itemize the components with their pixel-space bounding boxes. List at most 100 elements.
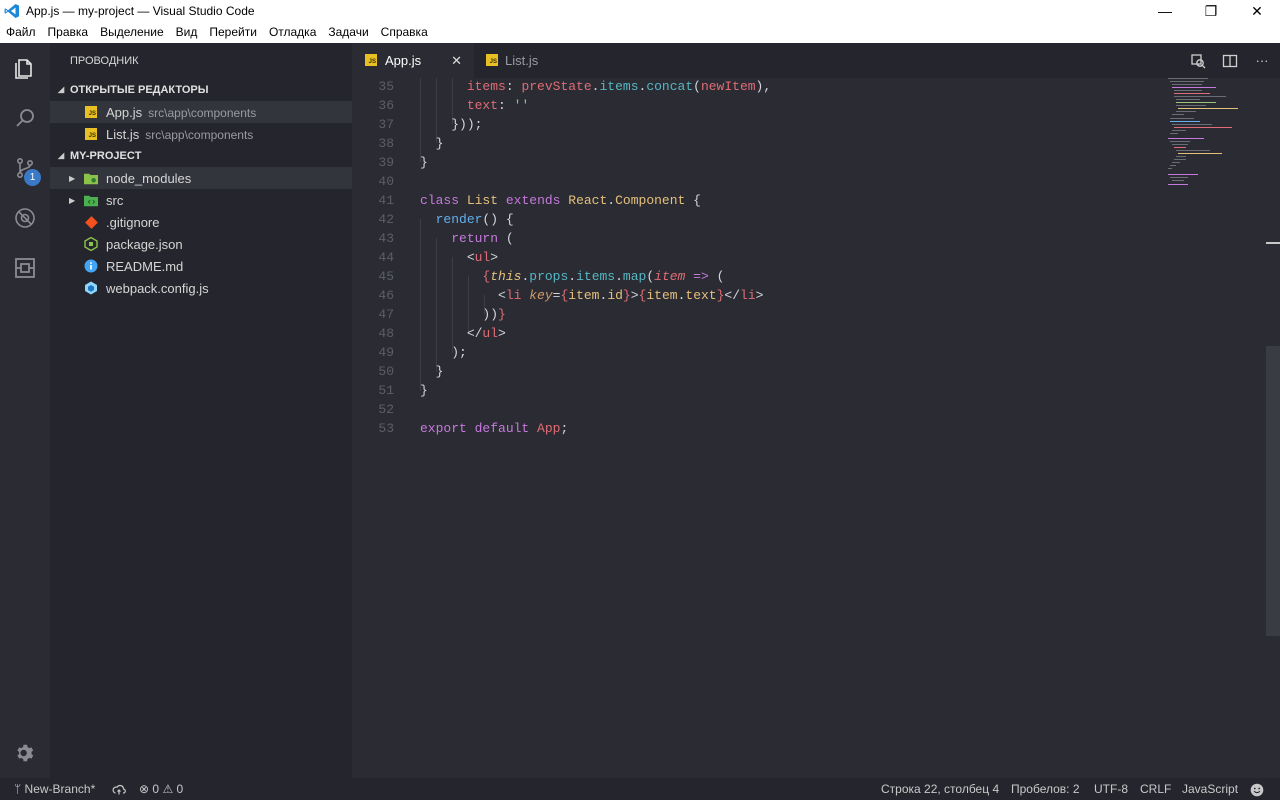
- tree-item-src[interactable]: ▶ src: [50, 189, 352, 211]
- indentation-setting[interactable]: Пробелов: 2: [1011, 778, 1080, 800]
- close-tab-icon[interactable]: ✕: [451, 53, 462, 69]
- chevron-down-icon: ◢: [58, 151, 65, 160]
- scrollbar-thumb[interactable]: [1266, 346, 1280, 636]
- restore-button[interactable]: ❐: [1188, 0, 1234, 22]
- js-file-icon: JS: [84, 127, 98, 141]
- js-file-icon: JS: [365, 54, 377, 66]
- tree-item-label: src: [106, 192, 124, 208]
- project-title: MY-PROJECT: [70, 150, 142, 162]
- tab-app-js[interactable]: JS App.js ✕: [352, 43, 474, 78]
- code-text: );: [451, 345, 467, 360]
- tree-item-webpack-config[interactable]: webpack.config.js: [50, 277, 352, 299]
- menu-go[interactable]: Перейти: [203, 22, 263, 43]
- minimize-button[interactable]: —: [1142, 0, 1188, 22]
- menu-view[interactable]: Вид: [170, 22, 204, 43]
- js-file-icon: JS: [486, 54, 498, 66]
- close-window-button[interactable]: ✕: [1234, 0, 1280, 22]
- menu-selection[interactable]: Выделение: [94, 22, 170, 43]
- code-text: }: [420, 155, 428, 170]
- js-file-icon: JS: [84, 105, 98, 119]
- warning-icon: ⚠: [162, 782, 174, 796]
- debug-icon[interactable]: [0, 193, 50, 243]
- code-text: }: [435, 364, 444, 379]
- line-number: 38: [378, 136, 394, 151]
- line-number: 45: [378, 269, 394, 284]
- code-editor[interactable]: 35 items: prevState.items.concat(newItem…: [352, 78, 1280, 778]
- window-title: App.js — my-project — Visual Studio Code: [26, 4, 255, 18]
- open-editor-item[interactable]: JS List.js src\app\components: [50, 123, 352, 145]
- line-number: 44: [378, 250, 394, 265]
- eol-setting[interactable]: CRLF: [1140, 778, 1171, 800]
- search-icon[interactable]: [0, 93, 50, 143]
- tree-item-gitignore[interactable]: .gitignore: [50, 211, 352, 233]
- explorer-header: ПРОВОДНИК: [70, 55, 139, 67]
- source-control-icon[interactable]: 1: [0, 143, 50, 193]
- cursor-position[interactable]: Строка 22, столбец 4: [881, 778, 999, 800]
- code-line: 47 ))}: [352, 305, 1252, 324]
- warning-count: 0: [176, 782, 184, 796]
- minimap[interactable]: [1168, 78, 1264, 198]
- code-line: 36 text: '': [352, 96, 1252, 115]
- code-line: 48 </ul>: [352, 324, 1252, 343]
- menu-file[interactable]: Файл: [0, 22, 42, 43]
- line-number: 43: [378, 231, 394, 246]
- open-editors-title: ОТКРЫТЫЕ РЕДАКТОРЫ: [70, 84, 209, 96]
- tree-item-package-json[interactable]: package.json: [50, 233, 352, 255]
- problems-indicator[interactable]: ⊗ 0 ⚠ 0: [139, 778, 183, 800]
- line-number: 46: [378, 288, 394, 303]
- line-number: 36: [378, 98, 394, 113]
- line-number: 53: [378, 421, 394, 436]
- webpack-icon: [84, 281, 98, 295]
- tree-item-readme[interactable]: README.md: [50, 255, 352, 277]
- split-editor-icon[interactable]: [1214, 43, 1246, 78]
- chevron-down-icon: ◢: [58, 85, 65, 94]
- open-editor-item[interactable]: JS App.js src\app\components: [50, 101, 352, 123]
- node-folder-icon: [84, 171, 98, 185]
- code-line: 38 }: [352, 134, 1252, 153]
- tree-item-label: .gitignore: [106, 214, 160, 230]
- menu-tasks[interactable]: Задачи: [322, 22, 374, 43]
- title-bar: App.js — my-project — Visual Studio Code…: [0, 0, 1280, 22]
- code-text: </ul>: [466, 326, 506, 341]
- extensions-icon[interactable]: [0, 243, 50, 293]
- tree-item-label: README.md: [106, 258, 184, 274]
- encoding-setting[interactable]: UTF-8: [1094, 778, 1128, 800]
- code-line: 49 );: [352, 343, 1252, 362]
- code-line: 53 export default App;: [352, 419, 1252, 438]
- code-text: }: [435, 136, 444, 151]
- info-icon: [84, 259, 98, 273]
- branch-name: New-Branch*: [24, 782, 96, 796]
- code-line: 42 render() {: [352, 210, 1252, 229]
- code-text: render() {: [435, 212, 514, 227]
- project-section[interactable]: ◢ MY-PROJECT: [50, 145, 352, 167]
- language-mode[interactable]: JavaScript: [1182, 778, 1238, 800]
- open-editors-section[interactable]: ◢ ОТКРЫТЫЕ РЕДАКТОРЫ: [50, 79, 352, 101]
- more-actions-icon[interactable]: ···: [1246, 43, 1278, 78]
- scm-badge: 1: [24, 169, 41, 186]
- menu-debug[interactable]: Отладка: [263, 22, 322, 43]
- code-text: }: [420, 383, 428, 398]
- git-branch-icon: ᛘ: [14, 782, 22, 796]
- tab-label: List.js: [505, 53, 539, 68]
- sync-icon[interactable]: [112, 778, 126, 800]
- code-line: 44 <ul>: [352, 248, 1252, 267]
- code-line: 35 items: prevState.items.concat(newItem…: [352, 78, 1252, 96]
- code-line: 51}: [352, 381, 1252, 400]
- minimap-lines: [1168, 78, 1238, 185]
- open-changes-icon[interactable]: [1182, 43, 1214, 78]
- tree-item-label: node_modules: [106, 170, 192, 186]
- menu-edit[interactable]: Правка: [42, 22, 95, 43]
- tab-label: App.js: [385, 53, 422, 68]
- feedback-smiley-icon[interactable]: [1250, 778, 1264, 800]
- line-number: 37: [378, 117, 394, 132]
- editor-scrollbar[interactable]: [1266, 78, 1280, 778]
- open-editor-name: List.js: [106, 126, 140, 142]
- tab-list-js[interactable]: JS List.js: [474, 43, 592, 78]
- tree-item-node-modules[interactable]: ▶ node_modules: [50, 167, 352, 189]
- settings-gear-icon[interactable]: [0, 728, 50, 778]
- editor-tabs: JS App.js ✕ JS List.js ···: [352, 43, 1280, 78]
- explorer-icon[interactable]: [0, 43, 50, 93]
- line-number: 52: [378, 402, 394, 417]
- branch-indicator[interactable]: ᛘ New-Branch*: [14, 778, 95, 800]
- menu-help[interactable]: Справка: [375, 22, 434, 43]
